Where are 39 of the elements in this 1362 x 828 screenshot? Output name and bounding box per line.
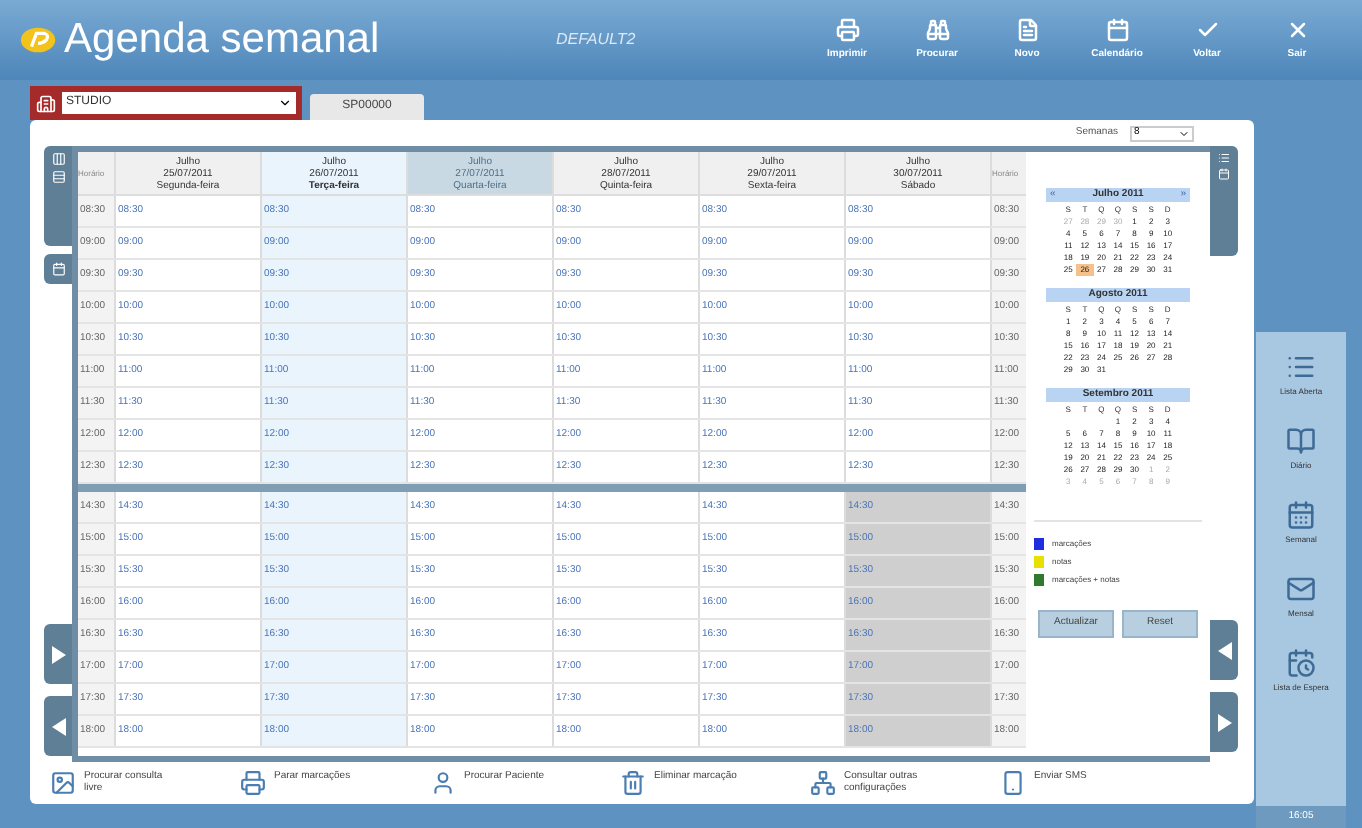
previous-button[interactable] (44, 696, 72, 756)
list-icon (1286, 352, 1316, 382)
calendar-clock-icon (1285, 648, 1316, 678)
printer-icon (240, 769, 266, 795)
close-icon (1285, 17, 1309, 42)
trash-icon (620, 769, 646, 795)
printer-icon (835, 17, 859, 42)
check-icon (1195, 17, 1219, 42)
book-icon (1286, 426, 1316, 456)
document-icon (1015, 17, 1039, 42)
next-button[interactable] (44, 624, 72, 684)
calendar-icon (1105, 17, 1129, 42)
list-icon (1218, 152, 1230, 164)
side-tab[interactable] (44, 254, 72, 284)
rows-icon (51, 170, 65, 184)
network-icon (810, 769, 836, 795)
mail-icon (1286, 574, 1316, 604)
picture-icon (50, 769, 76, 795)
logo-icon (20, 24, 57, 56)
columns-icon (51, 152, 65, 166)
building-icon (36, 93, 56, 113)
side-tab[interactable] (44, 146, 72, 246)
left-triangle-icon (1217, 641, 1231, 659)
previous-button[interactable] (1210, 620, 1238, 680)
calendar-icon (51, 262, 65, 276)
side-tab[interactable] (1210, 146, 1238, 256)
phone-icon (1000, 769, 1026, 795)
calendar-icon (1218, 168, 1230, 180)
calendar-icon (1285, 500, 1316, 530)
next-button[interactable] (1210, 692, 1238, 752)
window-title: Agenda semanal (64, 14, 382, 67)
binoculars-icon (925, 17, 949, 42)
right-triangle-icon (51, 645, 65, 663)
dropdown-icon (1178, 127, 1190, 139)
profile-name: DEFAULT2 (556, 28, 638, 52)
right-triangle-icon (1217, 713, 1231, 731)
person-icon (430, 769, 456, 795)
left-triangle-icon (51, 717, 65, 735)
dropdown-icon (278, 96, 292, 110)
